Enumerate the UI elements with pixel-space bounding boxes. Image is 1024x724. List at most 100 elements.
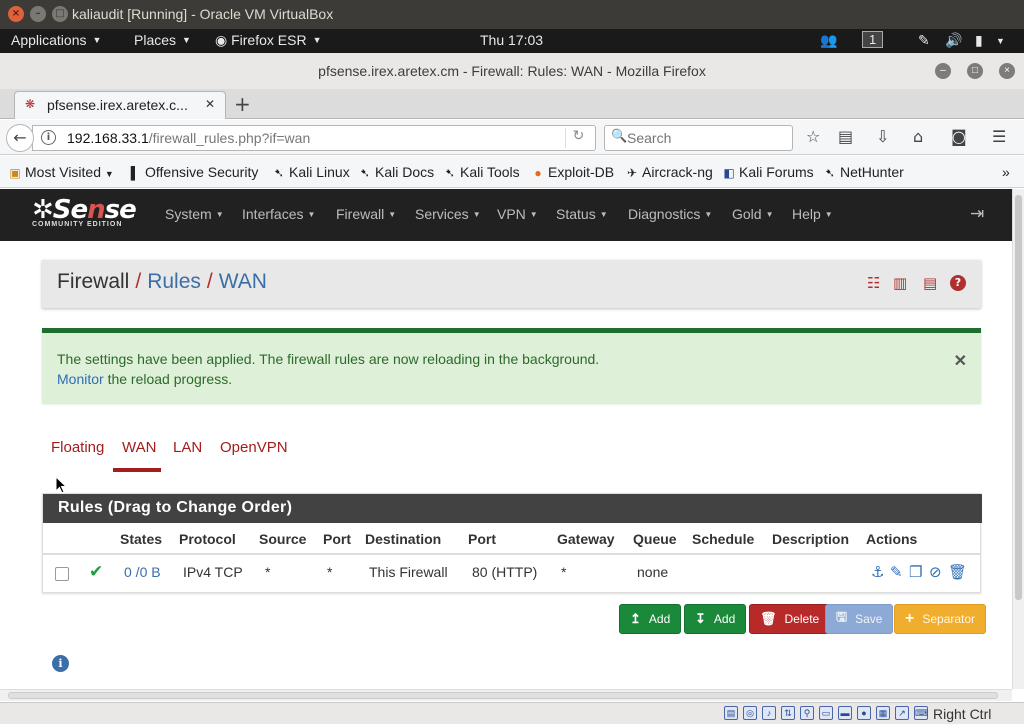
pocket-icon[interactable]: ◙	[951, 127, 967, 146]
delete-button[interactable]: 🗑 Delete	[749, 604, 831, 634]
bar-chart-icon[interactable]: ▥	[893, 274, 907, 292]
reload-icon[interactable]: ↻	[565, 128, 591, 148]
bookmark-nethunter[interactable]: ➷ NetHunter	[823, 164, 904, 180]
downloads-icon[interactable]: ⇩	[876, 127, 889, 146]
alert-close-icon[interactable]: ✕	[954, 351, 967, 371]
vbox-minimize-icon[interactable]: –	[30, 6, 46, 22]
bookmark-exploit-db[interactable]: ● Exploit-DB	[531, 164, 614, 180]
row-source-port: *	[327, 564, 333, 580]
site-info-icon[interactable]: i	[41, 130, 56, 145]
optical-drive-icon[interactable]: ◎	[743, 706, 757, 720]
firefox-app-menu[interactable]: ◉ Firefox ESR ▼	[215, 32, 322, 49]
add-top-button[interactable]: ↥ Add	[619, 604, 682, 634]
ff-maximize-icon[interactable]: □	[967, 63, 983, 79]
people-icon[interactable]: 👥	[820, 32, 837, 49]
separator-button[interactable]: + Separator	[894, 604, 987, 634]
url-bar[interactable]: i 192.168.33.1/firewall_rules.php?if=wan…	[32, 125, 596, 151]
menu-services[interactable]: Services ▼	[415, 206, 481, 222]
edit-pencil-icon[interactable]: ✎	[890, 563, 903, 581]
mouse-integration-icon[interactable]: ↗	[895, 706, 909, 720]
bookmark-most-visited[interactable]: ▣ Most Visited ▼	[8, 164, 113, 180]
browser-tab[interactable]: ❋ pfsense.irex.aretex.c... ✕	[14, 91, 226, 119]
url-text[interactable]: 192.168.33.1/firewall_rules.php?if=wan	[67, 130, 310, 146]
volume-icon[interactable]: 🔊	[945, 32, 962, 49]
arrow-down-icon: ↧	[695, 611, 706, 626]
vertical-scroll-thumb[interactable]	[1015, 195, 1022, 600]
page-viewport: ✲Sense COMMUNITY EDITION System ▼ Interfa…	[0, 189, 1012, 689]
menu-firewall[interactable]: Firewall ▼	[336, 206, 396, 222]
places-menu[interactable]: Places ▼	[134, 32, 191, 48]
col-queue: Queue	[633, 531, 677, 547]
delete-trash-icon[interactable]: 🗑	[948, 563, 967, 581]
bookmark-offensive-security[interactable]: ▌ Offensive Security	[128, 164, 259, 180]
search-input[interactable]	[627, 128, 787, 148]
bookmark-kali-docs[interactable]: ➷ Kali Docs	[358, 164, 434, 180]
disable-icon[interactable]: ⊘	[929, 563, 942, 581]
vbox-close-icon[interactable]: ×	[8, 6, 24, 22]
search-box[interactable]: 🔍	[604, 125, 793, 151]
horizontal-scrollbar[interactable]	[0, 689, 1012, 701]
menu-status[interactable]: Status ▼	[556, 206, 608, 222]
col-source: Source	[259, 531, 307, 547]
keyboard-icon[interactable]: ⌨	[914, 706, 928, 720]
tab-floating[interactable]: Floating	[51, 439, 104, 456]
shared-folder-icon[interactable]: ▭	[819, 706, 833, 720]
bookmark-aircrack-ng[interactable]: ✈ Aircrack-ng	[625, 164, 713, 180]
menu-interfaces[interactable]: Interfaces ▼	[242, 206, 315, 222]
home-icon[interactable]: ⌂	[913, 127, 923, 146]
applications-menu[interactable]: Applications ▼	[11, 32, 101, 48]
bookmark-kali-linux[interactable]: ➷ Kali Linux	[272, 164, 350, 180]
help-icon[interactable]: ?	[950, 275, 966, 291]
vbox-maximize-icon[interactable]: □	[52, 6, 68, 22]
bookmark-kali-tools[interactable]: ➷ Kali Tools	[443, 164, 520, 180]
hamburger-menu-icon[interactable]: ☰	[992, 127, 1006, 146]
tab-openvpn[interactable]: OpenVPN	[220, 439, 288, 456]
bookmark-star-icon[interactable]: ☆	[806, 127, 820, 146]
monitor-link[interactable]: Monitor	[57, 371, 104, 387]
rule-enabled-check-icon[interactable]: ✔	[89, 562, 103, 582]
bookmark-kali-forums[interactable]: ◧ Kali Forums	[722, 164, 813, 180]
system-menu-caret-icon[interactable]: ▼	[996, 36, 1005, 46]
table-icon[interactable]: ▤	[923, 274, 937, 292]
tab-close-icon[interactable]: ✕	[205, 97, 215, 111]
cpu-icon[interactable]: ▦	[876, 706, 890, 720]
add-bottom-button[interactable]: ↧ Add	[684, 604, 747, 634]
back-button[interactable]: ←	[6, 124, 34, 152]
sliders-icon[interactable]: ☷	[867, 274, 880, 292]
breadcrumb-rules[interactable]: Rules	[147, 270, 201, 293]
pfsense-logo[interactable]: ✲Sense COMMUNITY EDITION	[32, 195, 144, 235]
menu-help[interactable]: Help ▼	[792, 206, 833, 222]
audio-icon[interactable]: ♪	[762, 706, 776, 720]
menu-gold[interactable]: Gold ▼	[732, 206, 774, 222]
usb-icon[interactable]: ⚲	[800, 706, 814, 720]
vertical-scrollbar[interactable]	[1012, 189, 1024, 689]
ff-minimize-icon[interactable]: –	[935, 63, 951, 79]
battery-icon[interactable]: ▮	[975, 32, 983, 49]
video-capture-icon[interactable]: ●	[857, 706, 871, 720]
save-button[interactable]: 🖫 Save	[825, 604, 894, 634]
ff-close-icon[interactable]: ×	[999, 63, 1015, 79]
breadcrumb-wan[interactable]: WAN	[219, 270, 267, 293]
network-icon[interactable]: ⇅	[781, 706, 795, 720]
row-states-link[interactable]: 0 /0 B	[124, 564, 161, 580]
exploitdb-icon: ●	[534, 166, 542, 180]
menu-system[interactable]: System ▼	[165, 206, 224, 222]
bookmarks-overflow-icon[interactable]: »	[1002, 164, 1010, 180]
tab-lan[interactable]: LAN	[173, 439, 202, 456]
anchor-icon[interactable]: ⚓	[871, 563, 884, 581]
reading-list-icon[interactable]: ▤	[838, 127, 853, 146]
display-icon[interactable]: ▬	[838, 706, 852, 720]
tools-icon[interactable]: ✎	[918, 32, 930, 49]
menu-diagnostics[interactable]: Diagnostics ▼	[628, 206, 712, 222]
row-select-checkbox[interactable]	[55, 567, 69, 581]
tab-wan[interactable]: WAN	[122, 439, 156, 456]
hdd-icon[interactable]: ▤	[724, 706, 738, 720]
clock[interactable]: Thu 17:03	[480, 32, 543, 48]
horizontal-scroll-thumb[interactable]	[8, 692, 998, 699]
copy-icon[interactable]: ❐	[909, 563, 922, 581]
logout-icon[interactable]: ⇥	[970, 204, 984, 224]
info-icon[interactable]: i	[52, 655, 69, 672]
new-tab-icon[interactable]: +	[234, 92, 251, 116]
workspace-indicator[interactable]: 1	[862, 31, 884, 48]
menu-vpn[interactable]: VPN ▼	[497, 206, 538, 222]
